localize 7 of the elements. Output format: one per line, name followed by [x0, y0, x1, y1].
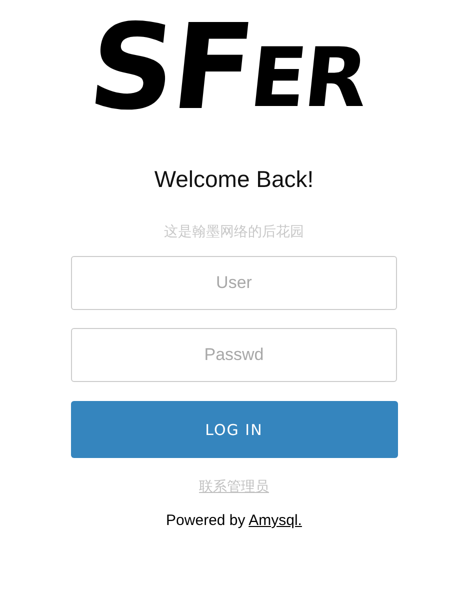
login-button[interactable]: LOG IN [70, 401, 398, 458]
username-field[interactable]: User [71, 256, 397, 310]
welcome-heading: Welcome Back! [154, 166, 314, 193]
powered-by-text: Powered by Amysql. [166, 512, 302, 529]
amysql-link[interactable]: Amysql. [248, 512, 302, 529]
password-field[interactable]: Passwd [71, 328, 397, 382]
logo: SFER [83, 8, 372, 126]
